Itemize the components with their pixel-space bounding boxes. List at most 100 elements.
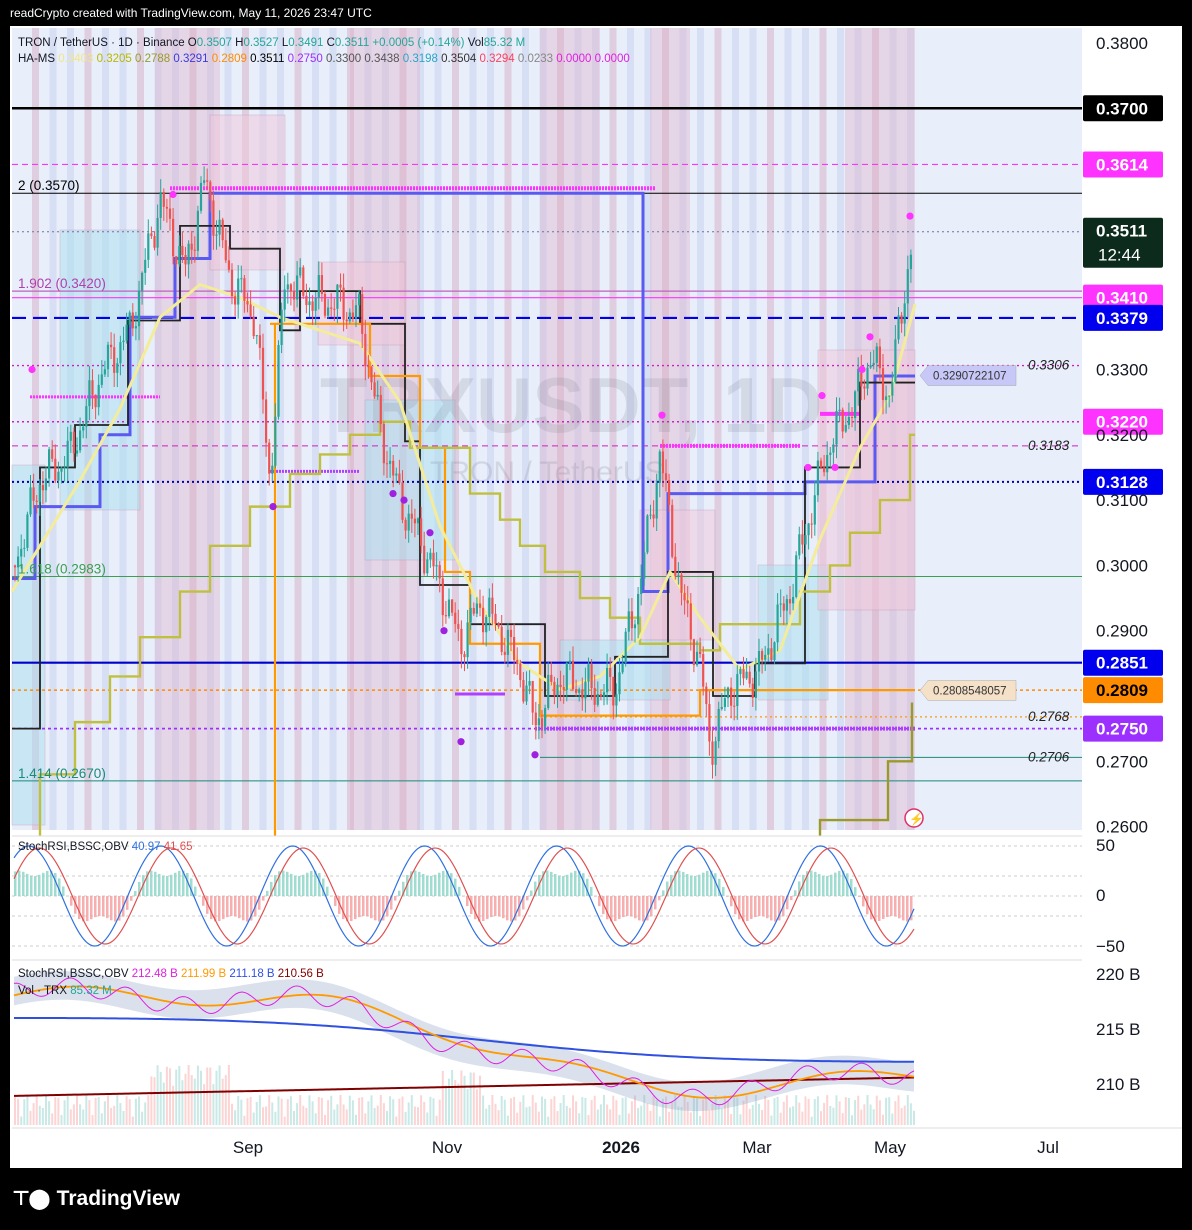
volume-bar [441,1070,444,1125]
candle-body [342,287,345,320]
volume-bar [187,1065,190,1125]
candle-body [761,650,764,660]
volume-bar [45,1095,47,1125]
stoch-hist-bar [34,875,37,896]
volume-bar [144,1102,147,1125]
chart-canvas[interactable]: TRXUSDT, 1D TRON / TetherUS 2 (0.3570) 1.90… [0,0,1192,1230]
stoch-hist-bar [622,896,625,918]
volume-bar [429,1096,432,1125]
volume-bar [141,1111,144,1125]
volume-bar [311,1101,314,1125]
volume-bar [66,1095,69,1125]
volume-bar [153,1077,156,1125]
candle-body [382,424,385,464]
stoch-hist-bar [790,896,793,901]
candle-body [757,650,761,672]
candle-body [75,450,79,454]
candle-body [503,651,506,655]
volume-bar [578,1113,581,1125]
candle-body [57,471,60,481]
candle-body [44,478,48,491]
volume-bar [603,1095,605,1125]
candle-body [528,681,531,686]
stoch-hist-bar [78,896,81,920]
candle-body [100,374,103,385]
candle-body [311,301,314,311]
fib-label: 1.902 (0.3420) [18,276,106,291]
volume-bar [20,1116,23,1125]
time-axis-bg [12,1128,1182,1166]
volume-bar [863,1104,866,1125]
volume-bar [758,1103,760,1125]
candle-body [627,611,630,632]
stoch-hist-bar [594,896,597,897]
volume-bar [324,1115,326,1125]
candle-body [131,312,134,329]
stoch-hist-bar [286,871,289,896]
stoch-hist-bar [494,896,497,917]
candle-body [348,312,351,322]
signal-dot [28,365,36,374]
volume-bar [779,1112,782,1125]
volume-bar [224,1075,227,1125]
volume-bar [317,1097,320,1125]
stoch-hist-bar [562,875,565,896]
volume-bar [320,1097,323,1125]
tradingview-logo[interactable]: ⊤⬤ TradingView [12,1186,180,1211]
price-tick: 0.3100 [1096,491,1148,510]
candle-body [593,688,596,705]
candle-body [537,718,540,726]
volume-bar [190,1075,193,1125]
volume-bar [237,1095,240,1125]
stoch-hist-bar [774,896,777,922]
candle-body [116,363,119,373]
stoch-hist-bar [358,896,361,918]
volume-bar [209,1067,212,1125]
volume-bar [351,1100,354,1125]
stoch-hist-bar [186,873,189,896]
candle-body [513,637,516,661]
volume-bar [382,1103,385,1125]
candle-body [547,674,550,709]
candle-body [178,245,181,265]
volume-bar [345,1109,348,1125]
candle-body [82,426,85,431]
volume-bar [240,1099,243,1125]
stoch-hist-bar [746,896,749,921]
candle-body [509,629,513,638]
candle-body [522,680,525,702]
candle-body [317,275,320,298]
candle-body [674,556,677,576]
volume-bar [565,1105,568,1125]
volume-bar [795,1095,798,1125]
volume-bar [255,1101,258,1125]
volume-bar [392,1099,395,1125]
candle-body [897,315,900,340]
volume-bar [103,1101,106,1125]
stoch-hist-bar [30,875,33,896]
stoch-hist-bar [606,896,609,920]
candle-body [392,460,395,476]
time-tick: Mar [742,1138,772,1157]
volume-bar [116,1095,119,1125]
candle-body [29,487,32,515]
level-label: 0.3183 [1028,438,1070,453]
candle-body [283,289,286,310]
stoch-hist-bar [770,896,773,921]
volume-bar [541,1096,543,1125]
stoch-hist-bar [826,875,829,896]
candle-body [373,382,376,397]
volume-bar [448,1078,450,1125]
fib-label: 2 (0.3570) [18,178,80,193]
price-badge-text: 0.2809 [1096,681,1148,700]
candle-body [612,676,615,706]
stoch-hist-bar [834,872,837,896]
volume-bar [525,1107,528,1125]
volume-bar [587,1115,590,1125]
volume-bar [751,1104,754,1125]
candle-body [466,622,469,658]
volume-bar [29,1110,32,1125]
stoch-hist-bar [630,896,633,917]
stoch-hist-bar [86,896,89,922]
stoch-hist-bar [242,896,245,921]
